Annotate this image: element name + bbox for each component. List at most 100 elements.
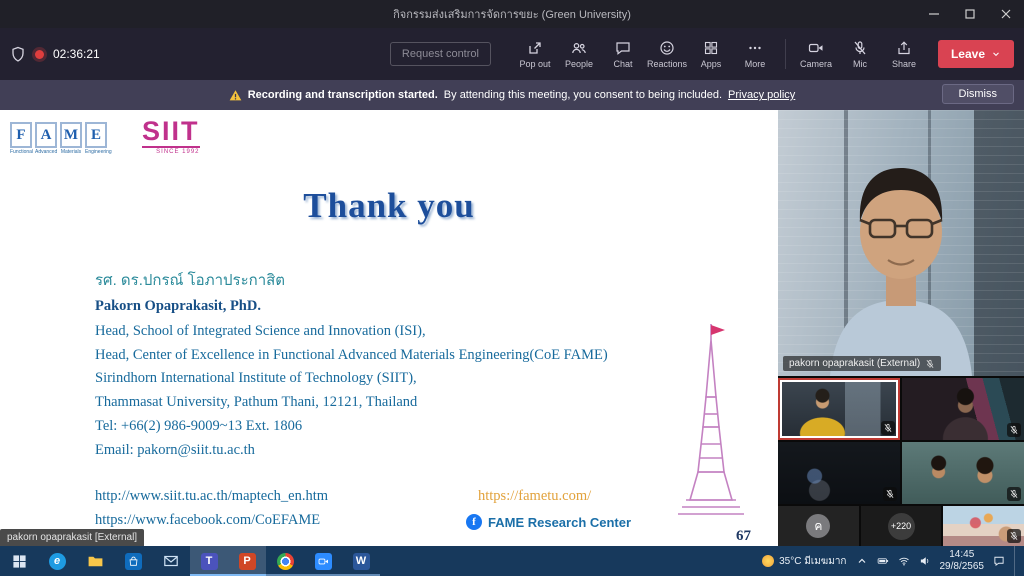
more-button[interactable]: More xyxy=(733,36,777,73)
camera-label: Camera xyxy=(800,59,832,69)
close-button[interactable] xyxy=(988,0,1024,28)
system-tray: 35°C มีเมฆมาก 14:45 29/8/2565 xyxy=(762,546,1024,576)
apps-icon xyxy=(703,40,719,56)
slide-title: Thank you xyxy=(0,186,778,226)
wifi-icon[interactable] xyxy=(898,555,910,567)
participant-grid xyxy=(778,378,1024,504)
start-button[interactable] xyxy=(0,546,38,576)
mic-muted-icon xyxy=(1007,423,1021,437)
weather-widget[interactable]: 35°C มีเมฆมาก xyxy=(762,554,846,569)
more-participants-count: +220 xyxy=(888,513,915,540)
taskbar-app-store[interactable] xyxy=(114,546,152,576)
shared-presentation-slide[interactable]: F A M E Functional Advanced Materials En… xyxy=(0,110,778,546)
participant-video[interactable] xyxy=(778,378,900,440)
request-control-button[interactable]: Request control xyxy=(390,42,491,66)
main-speaker-video[interactable]: pakorn opaprakasit (External) xyxy=(778,110,1024,376)
reactions-button[interactable]: Reactions xyxy=(645,36,689,73)
presenter-name: Pakorn Opaprakasit, PhD. xyxy=(95,298,261,315)
institute-line-2: Thammasat University, Pathum Thani, 1212… xyxy=(95,394,417,411)
taskbar-app-mail[interactable] xyxy=(152,546,190,576)
dismiss-label: Dismiss xyxy=(959,88,998,100)
taskbar-app-file-explorer[interactable] xyxy=(76,546,114,576)
facebook-icon xyxy=(466,514,482,530)
participant-video[interactable] xyxy=(902,442,1024,504)
fame-letter-box: M xyxy=(60,122,82,148)
warning-icon xyxy=(229,89,242,102)
meeting-toolbar: 02:36:21 Request control Pop out People … xyxy=(0,28,1024,80)
fame-logo-letters: F A M E xyxy=(10,122,107,148)
taskbar-app-teams[interactable] xyxy=(190,546,228,576)
banner-body-text: By attending this meeting, you consent t… xyxy=(444,89,722,101)
taskbar-app-zoom[interactable] xyxy=(304,546,342,576)
mic-muted-icon xyxy=(1007,529,1021,543)
mic-button[interactable]: Mic xyxy=(838,36,882,73)
avatar: ค xyxy=(806,514,830,538)
taskbar-clock[interactable]: 14:45 29/8/2565 xyxy=(940,549,985,574)
participant-avatar-tile[interactable]: ค xyxy=(778,506,859,546)
mic-muted-icon xyxy=(883,487,897,501)
share-icon xyxy=(896,40,912,56)
reactions-label: Reactions xyxy=(647,59,687,69)
more-participants-tile[interactable]: +220 xyxy=(861,506,942,546)
file-explorer-icon xyxy=(87,553,104,570)
volume-icon[interactable] xyxy=(919,555,931,567)
share-button[interactable]: Share xyxy=(882,36,926,73)
more-icon xyxy=(747,40,763,56)
windows-logo-icon xyxy=(12,554,27,569)
clock-date: 29/8/2565 xyxy=(940,561,985,574)
battery-icon[interactable] xyxy=(877,555,889,567)
camera-icon xyxy=(808,40,824,56)
participant-video[interactable] xyxy=(943,506,1024,546)
facebook-url: https://www.facebook.com/CoEFAME xyxy=(95,512,320,529)
pop-out-button[interactable]: Pop out xyxy=(513,36,557,73)
meeting-timer: 02:36:21 xyxy=(53,47,100,61)
taskbar-app-word[interactable] xyxy=(342,546,380,576)
mic-off-icon xyxy=(852,40,868,56)
window-controls xyxy=(916,0,1024,28)
slide-page-number: 67 xyxy=(736,528,751,545)
siit-logo-bar xyxy=(142,146,200,148)
website-url: http://www.siit.tu.ac.th/maptech_en.htm xyxy=(95,488,328,505)
windows-taskbar: 35°C มีเมฆมาก 14:45 29/8/2565 xyxy=(0,546,1024,576)
speaker-name-label: pakorn opaprakasit (External) xyxy=(783,356,941,371)
fame-letter-box: A xyxy=(35,122,57,148)
fame-logo: F A M E Functional Advanced Materials En… xyxy=(10,122,107,155)
telephone-line: Tel: +66(2) 986-9009~13 Ext. 1806 xyxy=(95,418,302,435)
taskbar-app-powerpoint[interactable] xyxy=(228,546,266,576)
chat-button[interactable]: Chat xyxy=(601,36,645,73)
tray-expand-icon[interactable] xyxy=(856,555,868,567)
speaker-name-text: pakorn opaprakasit (External) xyxy=(789,358,920,369)
taskbar-app-chrome[interactable] xyxy=(266,546,304,576)
more-label: More xyxy=(745,59,766,69)
privacy-policy-link[interactable]: Privacy policy xyxy=(728,89,795,101)
participant-video[interactable] xyxy=(902,378,1024,440)
fame-caption: Materials xyxy=(60,149,82,155)
mail-icon xyxy=(163,553,179,569)
maximize-button[interactable] xyxy=(952,0,988,28)
chevron-down-icon xyxy=(991,49,1001,59)
siit-logo-subtext: SINCE 1992 xyxy=(142,149,200,155)
minimize-button[interactable] xyxy=(916,0,952,28)
clock-time: 14:45 xyxy=(940,549,985,562)
action-center-icon[interactable] xyxy=(993,555,1005,567)
leave-button[interactable]: Leave xyxy=(938,40,1014,68)
participant-video[interactable] xyxy=(778,442,900,504)
request-control-label: Request control xyxy=(402,48,479,60)
reactions-icon xyxy=(659,40,675,56)
mic-muted-icon xyxy=(925,359,935,369)
people-button[interactable]: People xyxy=(557,36,601,73)
participant-overflow-row: ค +220 xyxy=(778,506,1024,546)
banner-message: Recording and transcription started. By … xyxy=(229,89,796,102)
siit-logo: SIIT SINCE 1992 xyxy=(142,118,200,155)
taskbar-app-edge[interactable] xyxy=(38,546,76,576)
dismiss-button[interactable]: Dismiss xyxy=(942,84,1015,104)
camera-button[interactable]: Camera xyxy=(794,36,838,73)
recording-indicator-icon xyxy=(35,50,44,59)
meeting-stage: F A M E Functional Advanced Materials En… xyxy=(0,110,1024,546)
fame-caption: Advanced xyxy=(35,149,57,155)
dome-tower-illustration xyxy=(676,322,746,527)
chat-icon xyxy=(615,40,631,56)
apps-button[interactable]: Apps xyxy=(689,36,733,73)
chrome-icon xyxy=(277,553,294,570)
show-desktop-button[interactable] xyxy=(1014,546,1018,576)
